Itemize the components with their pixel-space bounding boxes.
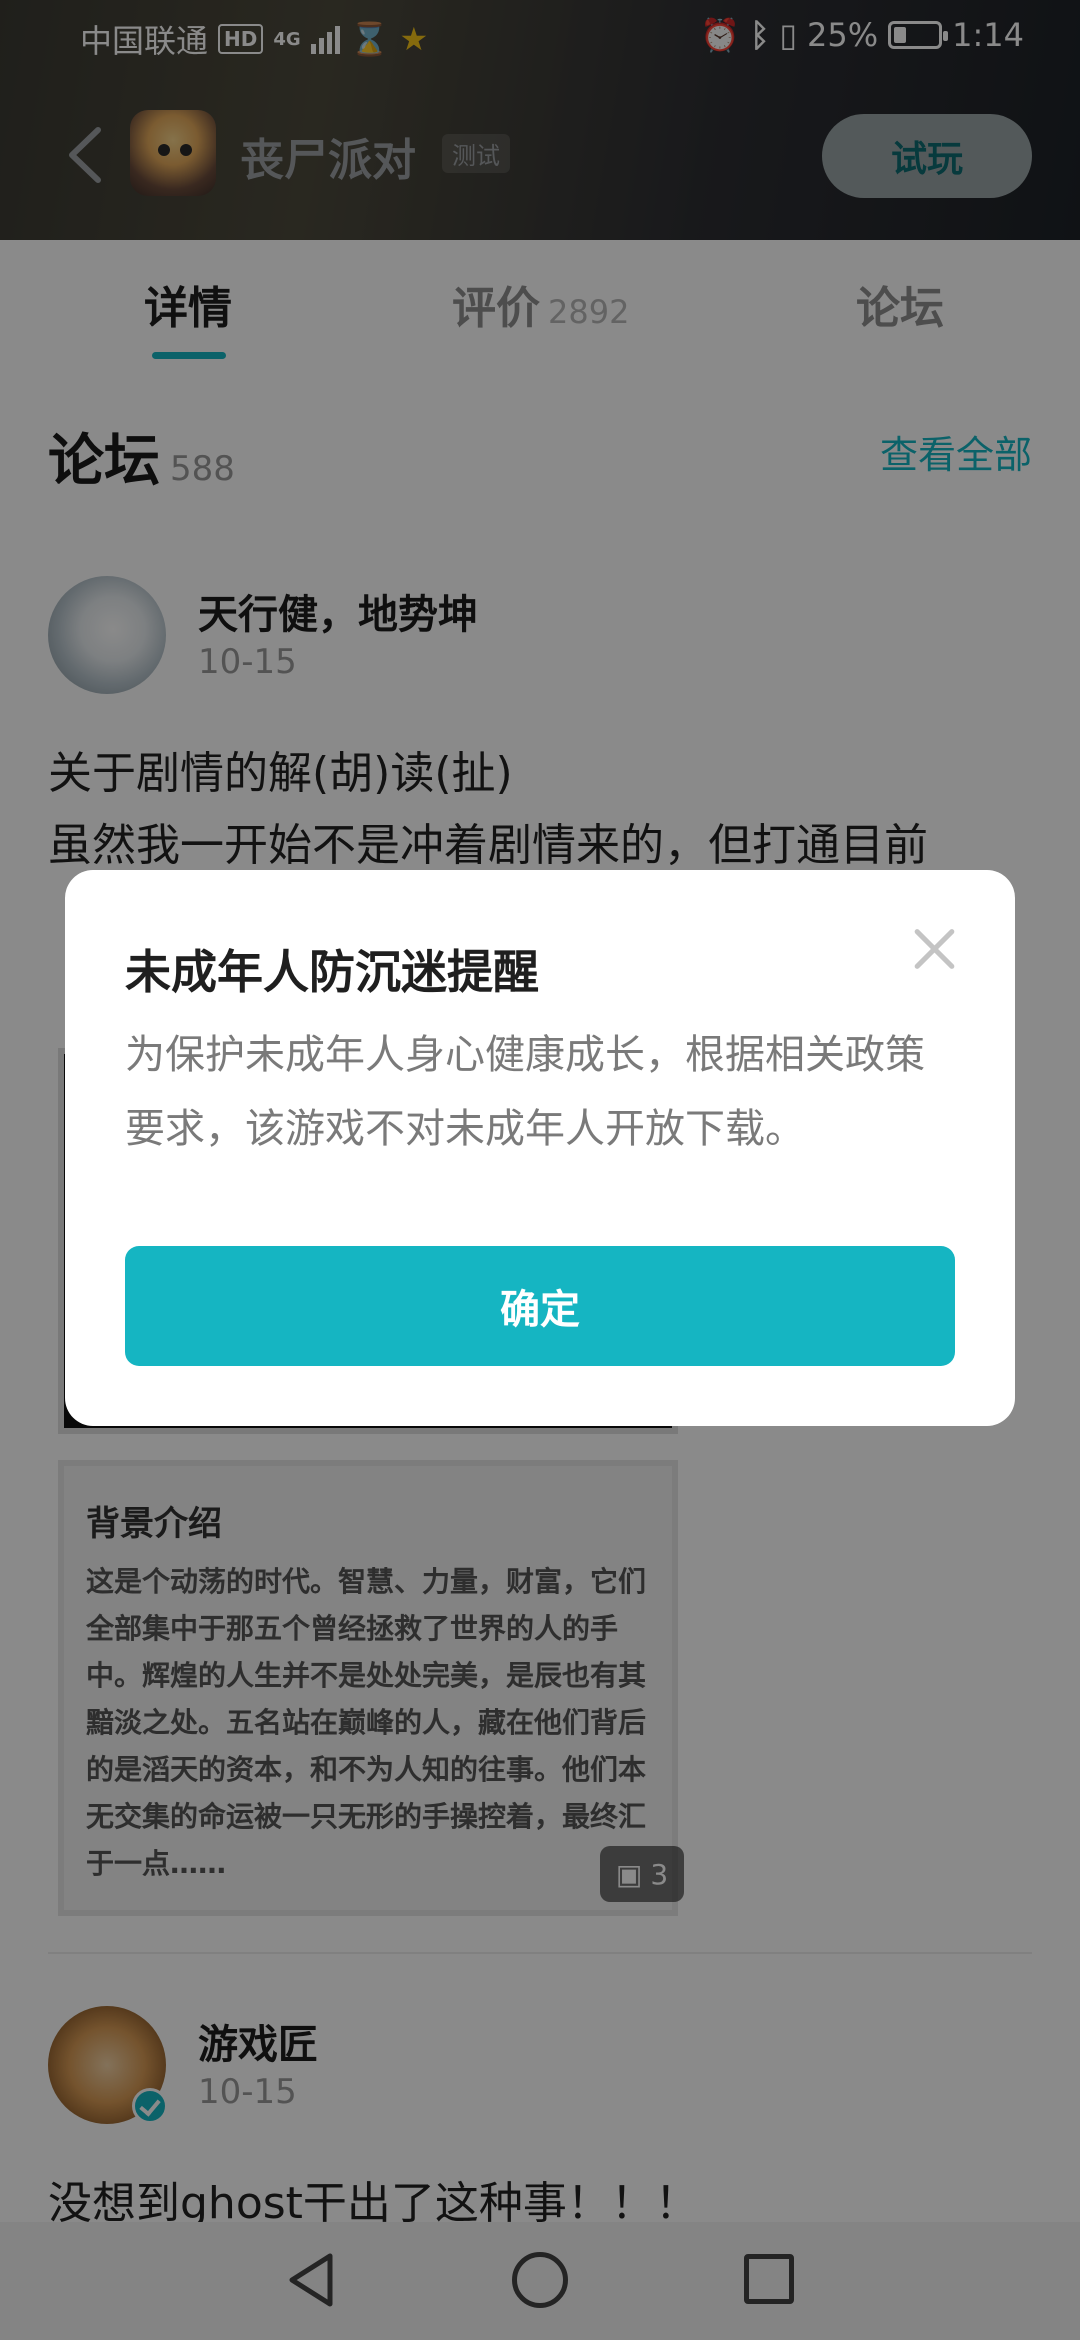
dialog-message: 为保护未成年人身心健康成长，根据相关政策要求，该游戏不对未成年人开放下载。 — [125, 1032, 925, 1152]
confirm-button[interactable]: 确定 — [125, 1246, 955, 1366]
close-icon[interactable] — [907, 922, 961, 976]
anti-addiction-dialog: 未成年人防沉迷提醒 为保护未成年人身心健康成长，根据相关政策要求，该游戏不对未成… — [65, 870, 1015, 1426]
dialog-title: 未成年人防沉迷提醒 — [125, 945, 539, 999]
